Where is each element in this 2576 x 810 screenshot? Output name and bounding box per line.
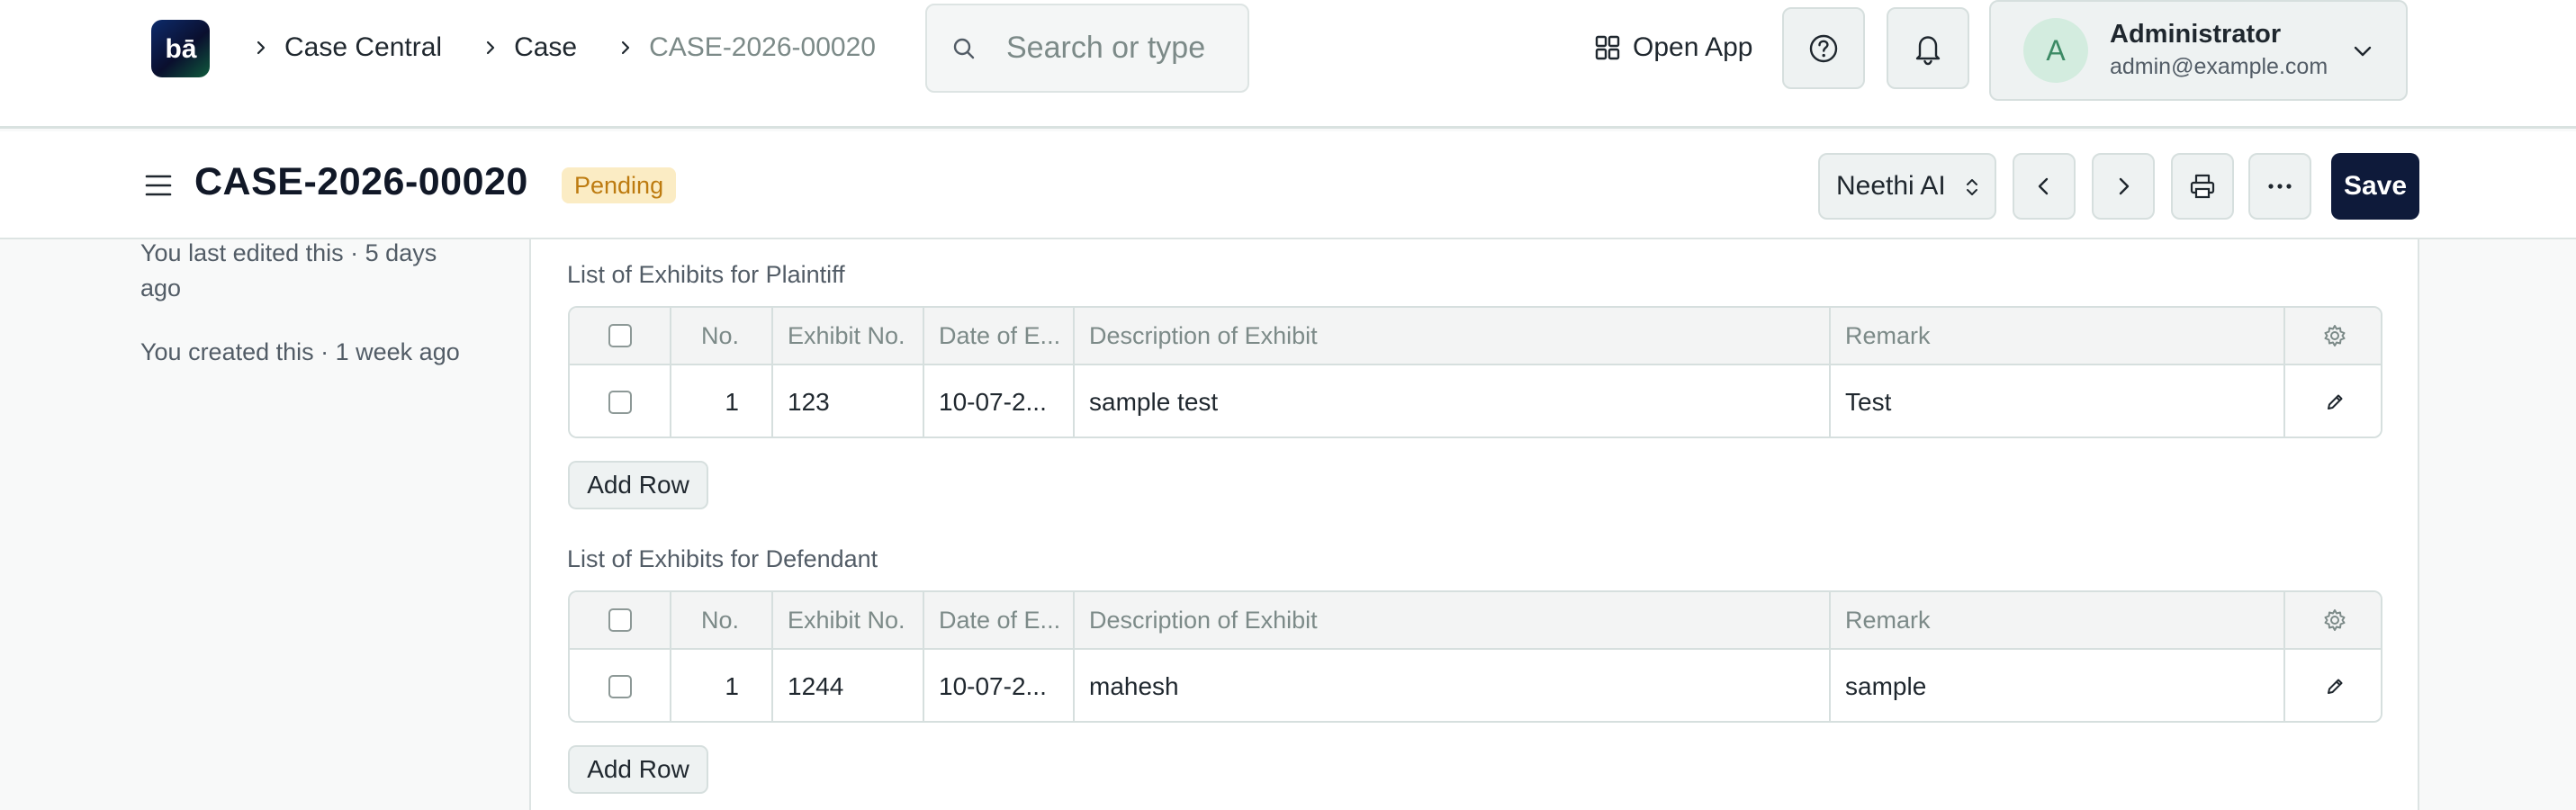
cell-no: 1 — [671, 650, 773, 721]
user-email: admin@example.com — [2110, 54, 2328, 79]
user-name: Administrator — [2110, 20, 2282, 49]
printer-icon — [2190, 174, 2215, 199]
breadcrumb-label: Case Central — [284, 32, 443, 62]
grid-icon — [1595, 35, 1620, 60]
row-select-cell — [570, 650, 671, 721]
defendant-exhibits-table: No. Exhibit No. Date of E... Description… — [568, 590, 2382, 723]
search-icon — [953, 38, 975, 58]
column-header-description: Description of Exhibit — [1075, 308, 1831, 364]
search-input[interactable] — [1006, 31, 1231, 66]
open-app-label: Open App — [1633, 32, 1753, 62]
open-app-button[interactable]: Open App — [1595, 29, 1752, 67]
activity-item-last-edited: You last edited this · 5 days ago — [140, 239, 437, 302]
hamburger-icon[interactable] — [144, 172, 173, 199]
breadcrumb-item-current[interactable]: CASE-2026-00020 — [617, 32, 915, 63]
column-header-remark: Remark — [1831, 308, 2285, 364]
cell-date[interactable]: 10-07-2... — [924, 650, 1075, 721]
page-title: CASE-2026-00020 — [194, 160, 528, 203]
avatar: A — [2023, 18, 2088, 83]
previous-document-button[interactable] — [2013, 153, 2076, 220]
column-header-remark: Remark — [1831, 592, 2285, 648]
pencil-edit-icon[interactable] — [2325, 392, 2345, 412]
cell-remark[interactable]: sample — [1831, 650, 2285, 721]
column-settings-cell — [2285, 592, 2381, 648]
more-horizontal-icon — [2268, 184, 2292, 189]
form-panel: List of Exhibits for Plaintiff No. Exhib… — [529, 239, 2419, 810]
search-bar[interactable] — [925, 4, 1249, 93]
chevron-left-icon — [2038, 177, 2049, 195]
status-badge: Pending — [562, 167, 677, 203]
column-header-no: No. — [671, 592, 773, 648]
cell-date[interactable]: 10-07-2... — [924, 365, 1075, 436]
breadcrumb-item-case[interactable]: Case — [482, 32, 617, 63]
settings-gear-icon[interactable] — [2322, 323, 2347, 348]
row-checkbox[interactable] — [608, 674, 632, 698]
plaintiff-exhibits-table: No. Exhibit No. Date of E... Description… — [568, 306, 2382, 438]
cell-exhibit-no[interactable]: 123 — [773, 365, 924, 436]
cell-no: 1 — [671, 365, 773, 436]
chevron-right-icon — [622, 40, 630, 55]
user-menu[interactable]: A Administrator admin@example.com — [1989, 0, 2408, 101]
select-all-cell — [570, 592, 671, 648]
agent-select[interactable]: Neethi AI — [1818, 153, 1996, 220]
chevron-updown-icon — [1967, 179, 1977, 195]
chevron-right-icon — [486, 40, 495, 55]
add-row-button-plaintiff[interactable]: Add Row — [568, 461, 708, 509]
save-button[interactable]: Save — [2331, 153, 2419, 220]
table-header-row: No. Exhibit No. Date of E... Description… — [570, 308, 2381, 365]
logo-icon: bā — [165, 34, 196, 64]
activity-timeline: You last edited this · 5 days ago You cr… — [140, 236, 464, 399]
row-select-cell — [570, 365, 671, 436]
cell-exhibit-no[interactable]: 1244 — [773, 650, 924, 721]
row-edit-cell — [2285, 365, 2381, 436]
bell-icon — [1915, 35, 1941, 65]
table-row[interactable]: 1 123 10-07-2... sample test Test — [570, 365, 2381, 436]
column-header-date: Date of E... — [924, 308, 1075, 364]
settings-gear-icon[interactable] — [2322, 608, 2347, 633]
column-header-exhibit-no: Exhibit No. — [773, 592, 924, 648]
cell-description[interactable]: sample test — [1075, 365, 1831, 436]
column-header-no: No. — [671, 308, 773, 364]
pencil-edit-icon[interactable] — [2325, 677, 2345, 697]
help-button[interactable] — [1782, 7, 1865, 89]
select-all-cell — [570, 308, 671, 364]
select-all-checkbox[interactable] — [608, 608, 632, 632]
add-row-button-defendant[interactable]: Add Row — [568, 745, 708, 794]
column-header-description: Description of Exhibit — [1075, 592, 1831, 648]
cell-description[interactable]: mahesh — [1075, 650, 1831, 721]
plaintiff-exhibits-label: List of Exhibits for Plaintiff — [567, 261, 845, 288]
more-actions-button[interactable] — [2248, 153, 2311, 220]
print-button[interactable] — [2171, 153, 2234, 220]
next-document-button[interactable] — [2092, 153, 2155, 220]
select-all-checkbox[interactable] — [608, 324, 632, 347]
column-header-date: Date of E... — [924, 592, 1075, 648]
svg-text:bā: bā — [165, 34, 196, 64]
page-header: CASE-2026-00020 Pending Neethi AI Save — [0, 131, 2576, 239]
breadcrumb-label: Case — [514, 32, 578, 62]
chevron-right-icon — [257, 40, 266, 55]
row-edit-cell — [2285, 650, 2381, 721]
activity-item-created: You created this · 1 week ago — [140, 338, 460, 365]
help-circle-icon — [1809, 34, 1838, 62]
app-logo[interactable]: bā — [151, 20, 210, 77]
breadcrumb-item-case-central[interactable]: Case Central — [252, 32, 482, 63]
breadcrumb-label: CASE-2026-00020 — [649, 32, 876, 62]
top-navbar: bā Case Central Case CASE-2026-00020 Ope… — [0, 0, 2576, 129]
row-checkbox[interactable] — [608, 390, 632, 414]
table-row[interactable]: 1 1244 10-07-2... mahesh sample — [570, 650, 2381, 721]
notifications-button[interactable] — [1887, 7, 1969, 89]
chevron-right-icon — [2119, 177, 2130, 195]
table-header-row: No. Exhibit No. Date of E... Description… — [570, 592, 2381, 650]
agent-select-value: Neethi AI — [1836, 171, 1946, 201]
column-settings-cell — [2285, 308, 2381, 364]
defendant-exhibits-label: List of Exhibits for Defendant — [567, 545, 878, 572]
breadcrumb: Case Central Case CASE-2026-00020 — [252, 27, 915, 68]
cell-remark[interactable]: Test — [1831, 365, 2285, 436]
column-header-exhibit-no: Exhibit No. — [773, 308, 924, 364]
chevron-down-icon — [2354, 46, 2372, 57]
